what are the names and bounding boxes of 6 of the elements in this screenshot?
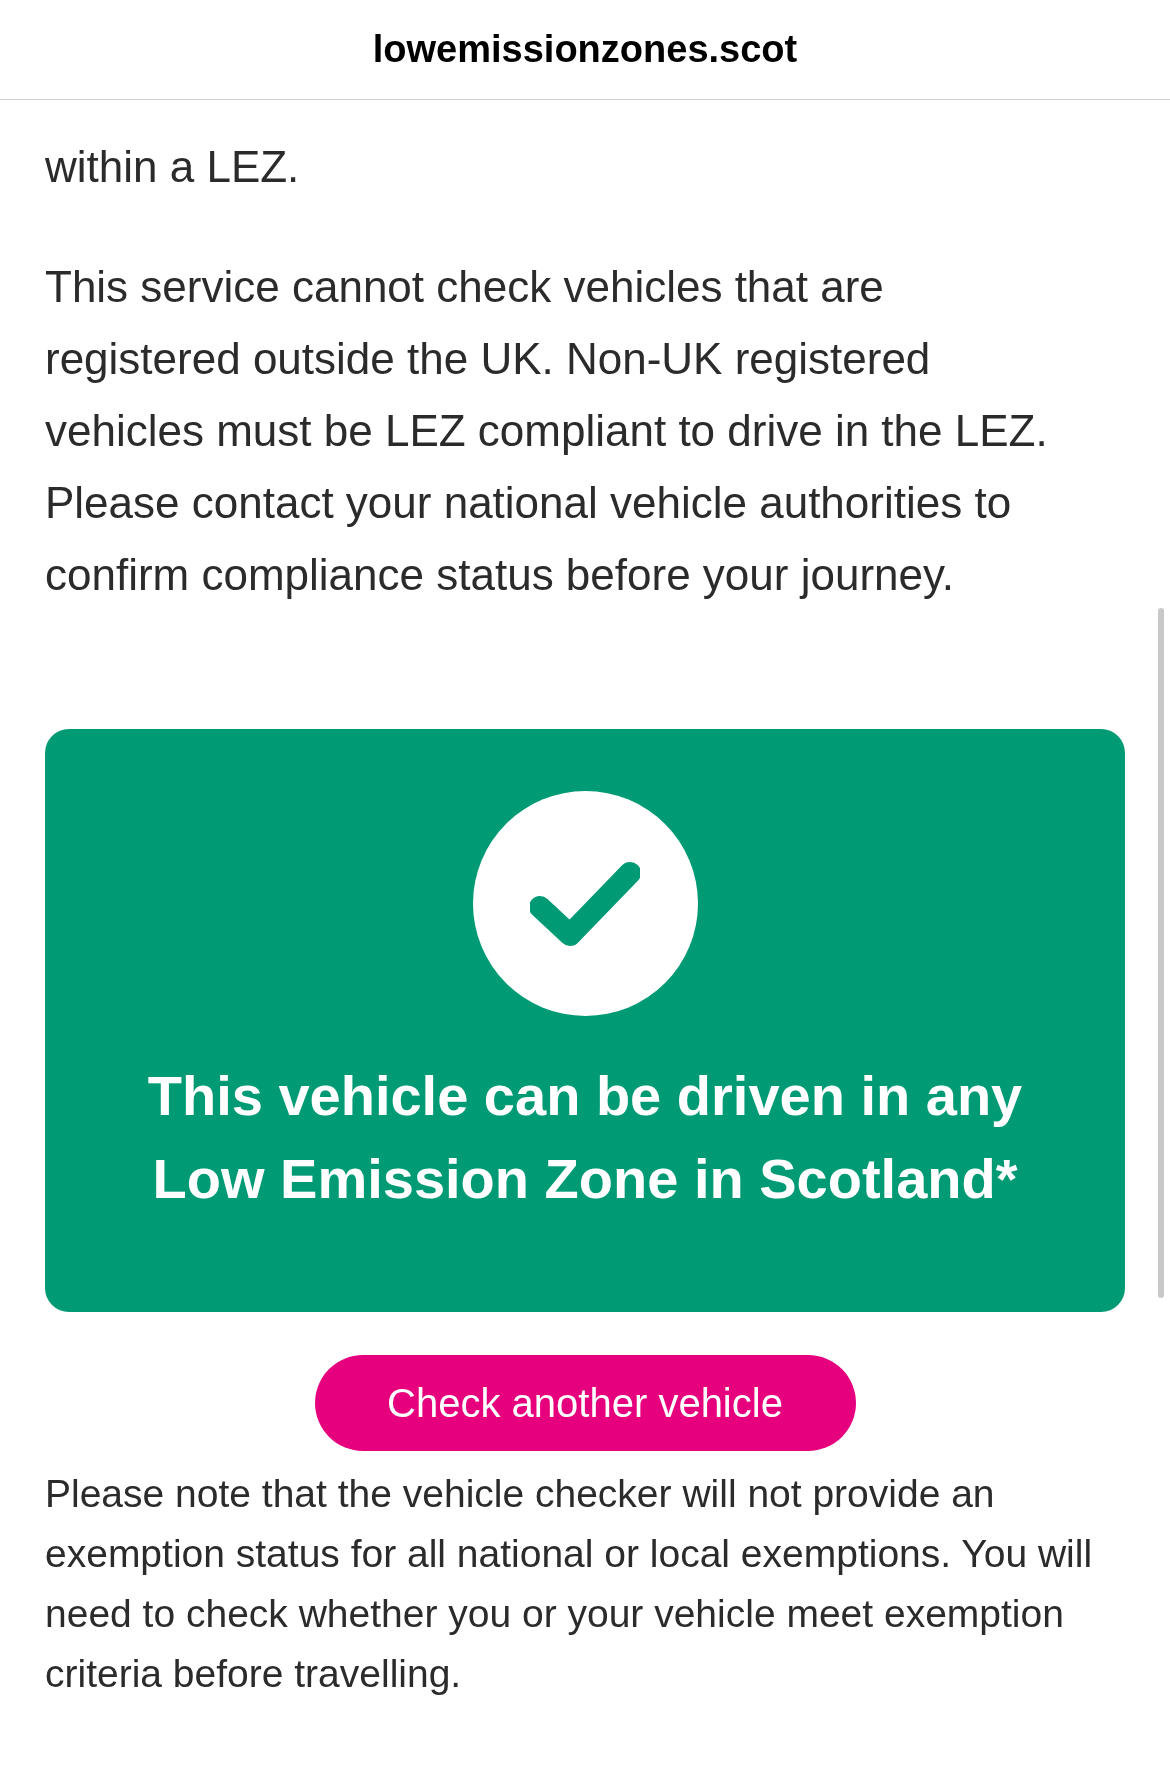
note-paragraph: Please note that the vehicle checker will not provide an exemption status for all national or local exemptions. You will need to check whether you or your vehicle meet exemption criteria before travelling. (45, 1471, 1094, 1697)
check-another-vehicle-button[interactable]: Check another vehicle (314, 1355, 856, 1451)
body-paragraph: within a LEZ. (45, 141, 301, 193)
result-message: This vehicle can be driven in any Low Emission Zone in Scotland* (146, 1063, 1024, 1212)
body-paragraph: This service cannot check vehicles that are registered outside the UK. Non-UK registered vehicles must be LEZ compliant to drive in the LEZ. Please contact your national vehicle authorities to confirm compliance status before your journey. (45, 261, 1049, 601)
site-domain: lowemissionzones.scot (372, 27, 798, 72)
